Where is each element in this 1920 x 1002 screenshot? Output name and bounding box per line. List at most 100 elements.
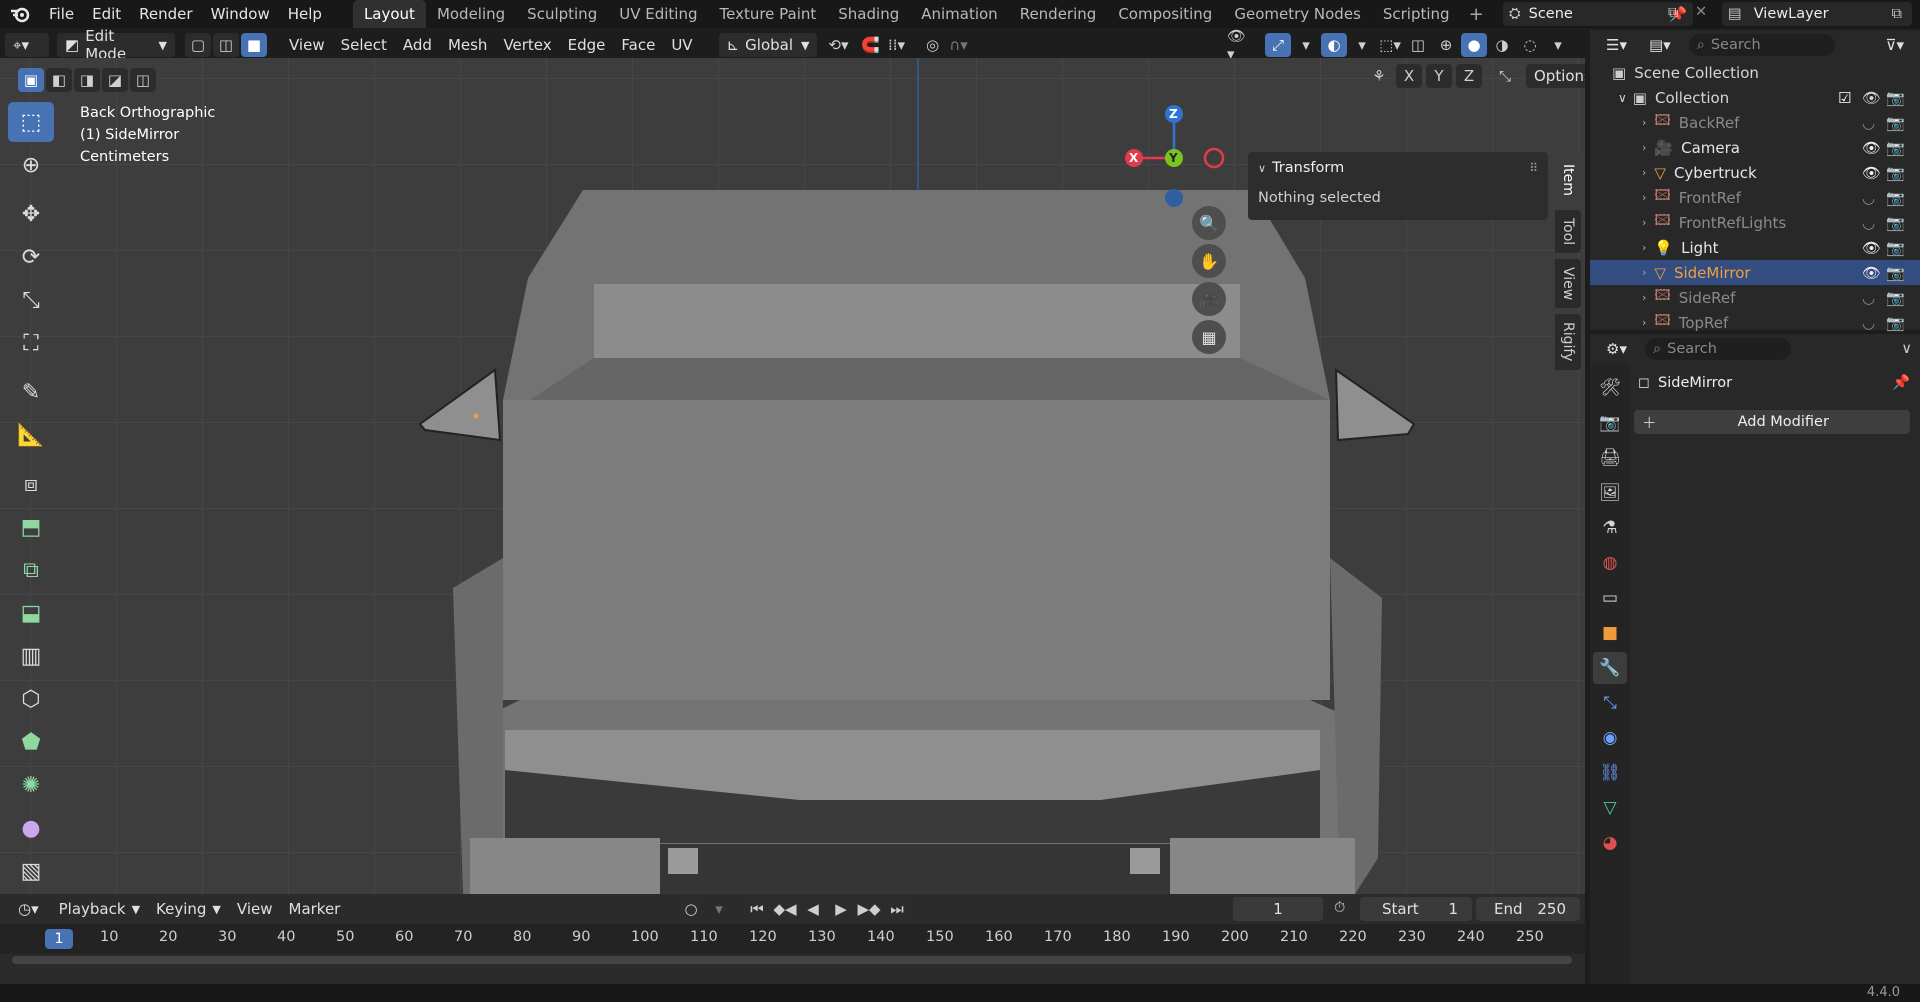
next-keyframe-icon[interactable]: ▶◆: [856, 897, 882, 921]
eye-icon[interactable]: 👁: [1862, 89, 1881, 107]
viewport-menu-select[interactable]: Select: [333, 33, 395, 57]
add-workspace-button[interactable]: +: [1461, 4, 1492, 25]
tab-scripting[interactable]: Scripting: [1372, 0, 1461, 28]
object-icon[interactable]: ■: [1593, 617, 1627, 649]
transform-icon[interactable]: ⛶: [8, 323, 54, 363]
checkbox-icon[interactable]: ☑: [1838, 89, 1851, 107]
chevron-right-icon[interactable]: ›: [1642, 316, 1646, 329]
camera-render-icon[interactable]: 📷: [1886, 164, 1905, 182]
wireframe-shading-icon[interactable]: ⊕: [1433, 33, 1459, 57]
add-cube-icon[interactable]: ⧈: [8, 464, 54, 504]
render-icon[interactable]: 📷: [1593, 407, 1627, 439]
frame-ruler[interactable]: 1 10 20 30 40 50 60 70 80 90 100 110 120 130 140 150 16…: [0, 924, 1585, 954]
3d-viewport[interactable]: Back Orthographic (1) SideMirror Centime…: [0, 58, 1585, 894]
outliner-search-input[interactable]: ⌕ Search: [1688, 34, 1835, 56]
view-layer-selector[interactable]: ▤ ViewLayer ⧉: [1722, 2, 1912, 26]
scene-selector[interactable]: ⛭ Scene 📌: [1503, 2, 1693, 26]
current-frame-marker[interactable]: 1: [45, 929, 73, 949]
outliner-item-cybertruck[interactable]: › ▽ Cybertruck 👁 📷: [1590, 160, 1920, 185]
falloff-icon[interactable]: ∩▾: [945, 33, 971, 57]
physics-icon[interactable]: ◉: [1593, 722, 1627, 754]
camera-render-icon[interactable]: 📷: [1886, 264, 1905, 282]
menu-help[interactable]: Help: [279, 0, 331, 28]
xray-toggle-icon[interactable]: ◫: [1405, 33, 1431, 57]
record-icon[interactable]: ○: [678, 897, 704, 921]
timeline-scrollbar[interactable]: [12, 956, 1572, 964]
camera-render-icon[interactable]: 📷: [1886, 89, 1905, 107]
viewport-menu-vertex[interactable]: Vertex: [495, 33, 559, 57]
butterfly-icon[interactable]: ⚘: [1366, 64, 1392, 88]
filter-icon[interactable]: ⊽▾: [1877, 33, 1912, 57]
scale-icon[interactable]: ⤡: [8, 280, 54, 320]
editor-type-button[interactable]: ⌖▾: [5, 33, 49, 57]
spin-icon[interactable]: ✺: [8, 765, 54, 805]
viewport-menu-face[interactable]: Face: [613, 33, 663, 57]
auto-merge-icon[interactable]: ⤡: [1492, 64, 1518, 88]
proportional-edit-icon[interactable]: ◎: [919, 33, 945, 57]
record-dropdown-icon[interactable]: ▾: [706, 897, 732, 921]
pin-icon[interactable]: 📌: [1892, 374, 1910, 391]
select-extend-icon[interactable]: ◧: [46, 68, 72, 92]
face-select-icon[interactable]: ■: [241, 33, 267, 57]
mesh-data-icon[interactable]: ▽: [1593, 792, 1627, 824]
extrude-icon[interactable]: ⬒: [8, 507, 54, 547]
edge-select-icon[interactable]: ◫: [213, 33, 239, 57]
material-shading-icon[interactable]: ◑: [1489, 33, 1515, 57]
tab-uv-editing[interactable]: UV Editing: [608, 0, 708, 28]
sidebar-tab-rigify[interactable]: Rigify: [1555, 314, 1581, 370]
viewport-menu-view[interactable]: View: [281, 33, 333, 57]
collection-icon[interactable]: ▭: [1593, 582, 1627, 614]
chevron-right-icon[interactable]: ›: [1642, 241, 1646, 254]
outliner-item-light[interactable]: › 💡 Light 👁 📷: [1590, 235, 1920, 260]
blender-logo-icon[interactable]: [0, 5, 40, 23]
camera-view-icon[interactable]: 🎥: [1192, 282, 1226, 316]
zoom-icon[interactable]: 🔍: [1192, 206, 1226, 240]
tab-sculpting[interactable]: Sculpting: [516, 0, 608, 28]
constraints-icon[interactable]: ⛓: [1593, 757, 1627, 789]
transform-orientation-dropdown[interactable]: ⊾ Global ▼: [718, 33, 818, 57]
jump-start-icon[interactable]: ⏮: [744, 897, 770, 921]
camera-render-icon[interactable]: 📷: [1886, 189, 1905, 207]
select-subtract-icon[interactable]: ◨: [74, 68, 100, 92]
tab-animation[interactable]: Animation: [910, 0, 1008, 28]
outliner-item-backref[interactable]: › 🖾 BackRef ◡ 📷: [1590, 110, 1920, 135]
mirror-x-button[interactable]: X: [1396, 64, 1422, 88]
gizmo-toggle-icon[interactable]: ⤢: [1265, 33, 1291, 57]
camera-render-icon[interactable]: 📷: [1886, 214, 1905, 232]
snap-target-icon[interactable]: ⁞⁞▾: [883, 33, 909, 57]
eye-closed-icon[interactable]: ◡: [1862, 114, 1875, 132]
timeline-editor-type-icon[interactable]: ◷▾: [10, 897, 47, 921]
overlays-toggle-icon[interactable]: ◐: [1321, 33, 1347, 57]
sidebar-tab-item[interactable]: Item: [1555, 156, 1581, 204]
chevron-right-icon[interactable]: ›: [1642, 266, 1646, 279]
camera-render-icon[interactable]: 📷: [1886, 239, 1905, 257]
eye-closed-icon[interactable]: ◡: [1862, 214, 1875, 232]
annotate-icon[interactable]: ✎: [8, 372, 54, 412]
vertex-select-icon[interactable]: ▢: [185, 33, 211, 57]
material-icon[interactable]: ◕: [1593, 827, 1627, 859]
pan-hand-icon[interactable]: ✋: [1192, 244, 1226, 278]
solid-shading-icon[interactable]: ●: [1461, 33, 1487, 57]
tab-rendering[interactable]: Rendering: [1009, 0, 1108, 28]
add-modifier-button[interactable]: ＋ Add Modifier: [1634, 410, 1910, 434]
camera-render-icon[interactable]: 📷: [1886, 289, 1905, 307]
chevron-right-icon[interactable]: ›: [1642, 141, 1646, 154]
menu-render[interactable]: Render: [130, 0, 201, 28]
rendered-shading-icon[interactable]: ◌: [1517, 33, 1543, 57]
output-icon[interactable]: 🖨: [1593, 442, 1627, 474]
jump-end-icon[interactable]: ⏭: [884, 897, 910, 921]
display-mode-icon[interactable]: ▤▾: [1641, 33, 1679, 57]
select-invert-icon[interactable]: ◪: [102, 68, 128, 92]
viewport-menu-add[interactable]: Add: [395, 33, 440, 57]
chevron-right-icon[interactable]: ›: [1642, 166, 1646, 179]
menu-window[interactable]: Window: [202, 0, 279, 28]
timeline-menu-view[interactable]: View: [229, 897, 281, 921]
move-icon[interactable]: ✥: [8, 194, 54, 234]
camera-render-icon[interactable]: 📷: [1886, 114, 1905, 132]
tab-texture-paint[interactable]: Texture Paint: [708, 0, 827, 28]
cursor-icon[interactable]: ⊕: [8, 145, 54, 185]
mode-dropdown[interactable]: ◩ Edit Mode ▼: [57, 27, 175, 63]
tool-settings-icon[interactable]: 🛠: [1593, 372, 1627, 404]
delete-scene-icon[interactable]: ✕: [1695, 4, 1707, 20]
select-new-icon[interactable]: ▣: [18, 68, 44, 92]
